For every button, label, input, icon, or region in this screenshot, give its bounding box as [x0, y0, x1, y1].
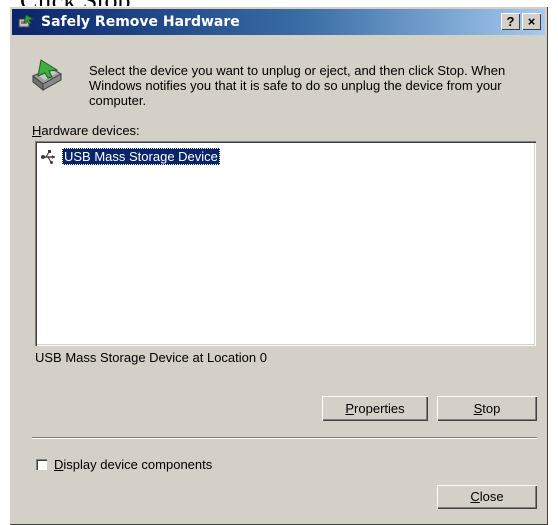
help-button[interactable]: ?	[501, 13, 520, 30]
hardware-devices-label: Hardware devices:	[32, 123, 140, 138]
properties-button[interactable]: Properties	[322, 396, 428, 421]
close-window-button[interactable]: ×	[522, 13, 541, 30]
title-bar[interactable]: Safely Remove Hardware ? ×	[12, 9, 545, 35]
page: Click Stop Safely Remove Hardware ? ×	[0, 0, 558, 525]
close-mnemonic: C	[470, 489, 480, 504]
hardware-icon	[17, 13, 35, 31]
stop-mnemonic: S	[473, 401, 483, 416]
device-label: USB Mass Storage Device	[62, 148, 220, 165]
properties-mnemonic: P	[345, 401, 355, 416]
hardware-devices-list[interactable]: USB Mass Storage Device	[35, 141, 536, 346]
checkbox-label-rest: isplay device components	[63, 457, 213, 472]
device-location-status: USB Mass Storage Device at Location 0	[35, 350, 267, 365]
hardware-label-rest: ardware devices:	[41, 123, 140, 138]
close-button[interactable]: Close	[437, 485, 537, 509]
stop-button[interactable]: Stop	[437, 396, 537, 421]
safely-remove-hardware-icon	[27, 58, 65, 96]
usb-device-icon	[40, 148, 58, 166]
close-label-rest: lose	[479, 489, 504, 504]
safely-remove-hardware-dialog: Safely Remove Hardware ? × Select the de…	[9, 6, 548, 525]
separator	[32, 437, 537, 439]
display-device-components-label[interactable]: Display device components	[54, 457, 212, 472]
hardware-label-mnemonic: H	[32, 123, 42, 138]
display-device-components-checkbox[interactable]	[36, 459, 47, 470]
properties-label-rest: roperties	[354, 401, 405, 416]
stop-label-rest: top	[482, 401, 501, 416]
instructions-text: Select the device you want to unplug or …	[89, 63, 506, 108]
checkbox-mnemonic: D	[54, 457, 64, 472]
window-title: Safely Remove Hardware	[41, 14, 240, 30]
